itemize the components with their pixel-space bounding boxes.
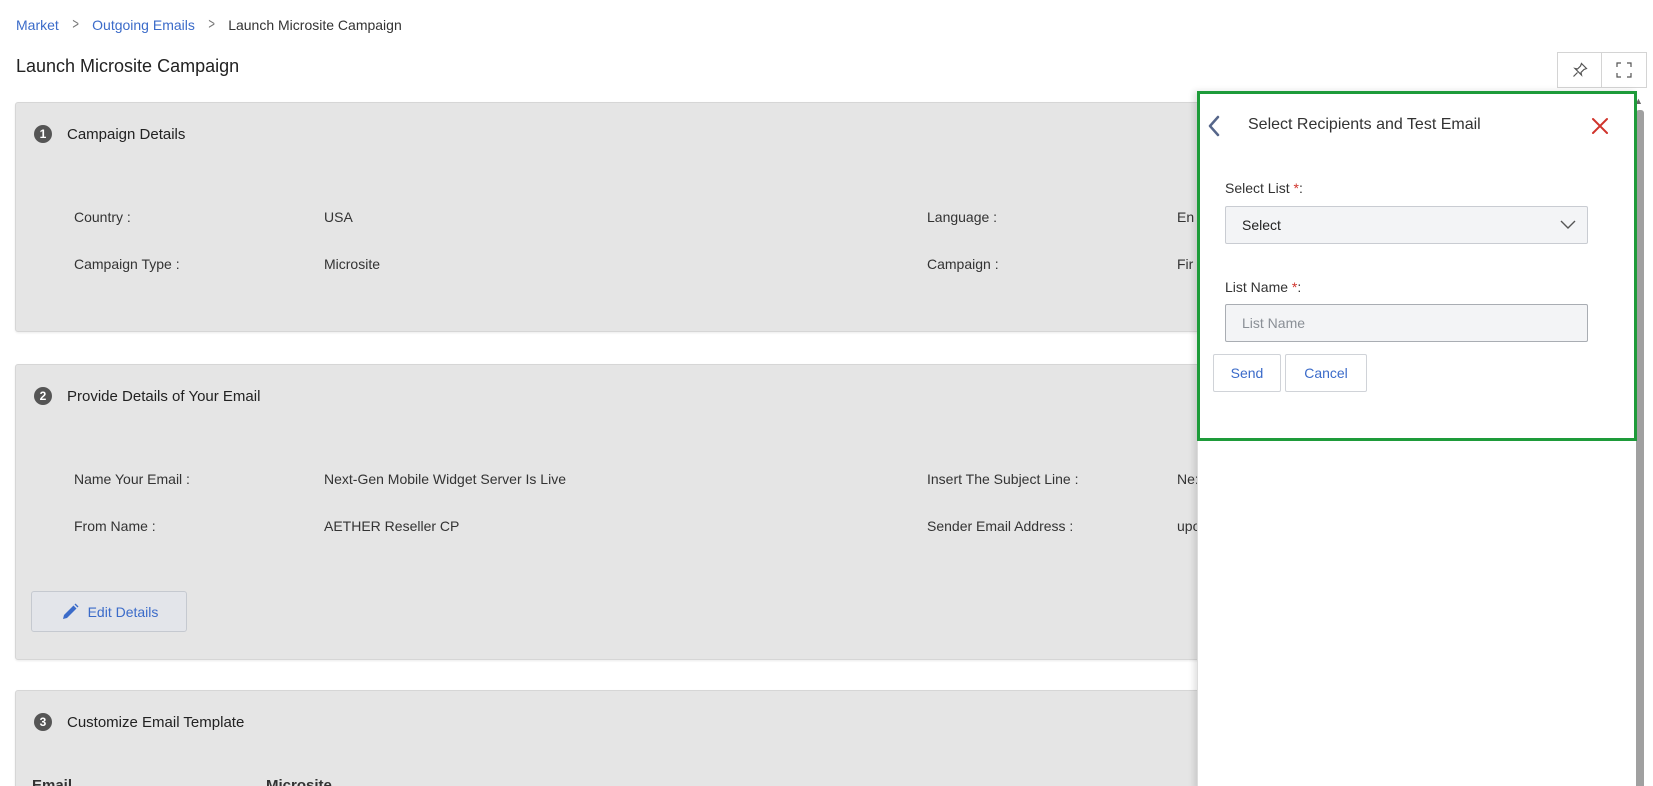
top-actions: [1557, 52, 1647, 88]
chevron-left-icon: [1208, 115, 1220, 137]
edit-details-button[interactable]: Edit Details: [31, 591, 187, 632]
chevron-down-icon: [1560, 220, 1576, 229]
breadcrumb-current: Launch Microsite Campaign: [228, 17, 402, 33]
email-name-label: Name Your Email :: [74, 471, 190, 487]
panel-title: Select Recipients and Test Email: [1248, 116, 1481, 133]
edit-details-label: Edit Details: [87, 603, 159, 620]
subject-line-label: Insert The Subject Line :: [927, 471, 1079, 487]
list-name-label: List Name *:: [1225, 279, 1301, 295]
card-title: Campaign Details: [67, 125, 186, 143]
fullscreen-button[interactable]: [1602, 52, 1647, 88]
app-root: Market > Outgoing Emails > Launch Micros…: [0, 0, 1653, 786]
list-name-input[interactable]: [1225, 304, 1588, 342]
close-button[interactable]: [1590, 116, 1610, 141]
email-name-value: Next-Gen Mobile Widget Server Is Live: [324, 471, 566, 487]
campaign-type-label: Campaign Type :: [74, 256, 180, 272]
close-icon: [1592, 118, 1608, 134]
select-list-dropdown[interactable]: Select: [1225, 206, 1588, 244]
breadcrumb: Market > Outgoing Emails > Launch Micros…: [16, 16, 402, 34]
step-number-badge: 2: [34, 387, 52, 405]
card-title: Customize Email Template: [67, 713, 245, 731]
label-colon: :: [1297, 279, 1302, 295]
pin-button[interactable]: [1557, 52, 1602, 88]
language-value: En: [1177, 209, 1195, 225]
select-list-label-text: Select List: [1225, 180, 1290, 196]
step-number-badge: 1: [34, 125, 52, 143]
country-label: Country :: [74, 209, 131, 225]
step-number-badge: 3: [34, 713, 52, 731]
subject-line-value: Ne:: [1177, 471, 1199, 487]
card-header: 1 Campaign Details: [34, 125, 185, 143]
template-tab-email[interactable]: Email: [32, 777, 72, 786]
country-value: USA: [324, 209, 353, 225]
cancel-button[interactable]: Cancel: [1285, 354, 1367, 392]
campaign-details-card: 1 Campaign Details Country : USA Languag…: [15, 102, 1205, 332]
page-title: Launch Microsite Campaign: [16, 56, 240, 76]
fullscreen-icon: [1616, 62, 1632, 78]
card-header: 3 Customize Email Template: [34, 713, 244, 731]
back-button[interactable]: [1206, 114, 1222, 143]
breadcrumb-link-outgoing-emails[interactable]: Outgoing Emails: [92, 17, 195, 33]
send-button[interactable]: Send: [1213, 354, 1281, 392]
email-template-card: 3 Customize Email Template Email Microsi…: [15, 690, 1205, 786]
panel-scrollbar[interactable]: [1636, 110, 1644, 786]
template-tab-microsite[interactable]: Microsite: [266, 777, 332, 786]
select-list-label: Select List *:: [1225, 180, 1303, 196]
from-name-label: From Name :: [74, 518, 156, 534]
label-colon: :: [1298, 180, 1303, 196]
email-details-card: 2 Provide Details of Your Email Name You…: [15, 364, 1205, 660]
language-label: Language :: [927, 209, 998, 225]
breadcrumb-separator-icon: >: [72, 16, 79, 33]
pencil-icon: [62, 603, 79, 619]
pin-icon: [1572, 62, 1588, 77]
from-name-value: AETHER Reseller CP: [324, 518, 460, 534]
campaign-type-value: Microsite: [324, 256, 381, 272]
breadcrumb-link-market[interactable]: Market: [16, 17, 59, 33]
sender-email-label: Sender Email Address :: [927, 518, 1074, 534]
card-title: Provide Details of Your Email: [67, 387, 261, 405]
card-header: 2 Provide Details of Your Email: [34, 387, 260, 405]
select-list-value: Select: [1242, 217, 1281, 233]
breadcrumb-separator-icon: >: [208, 16, 215, 33]
scroll-up-arrow-icon[interactable]: ▲: [1634, 96, 1643, 106]
campaign-label: Campaign :: [927, 256, 999, 272]
list-name-label-text: List Name: [1225, 279, 1289, 295]
campaign-value: Fir: [1177, 256, 1194, 272]
